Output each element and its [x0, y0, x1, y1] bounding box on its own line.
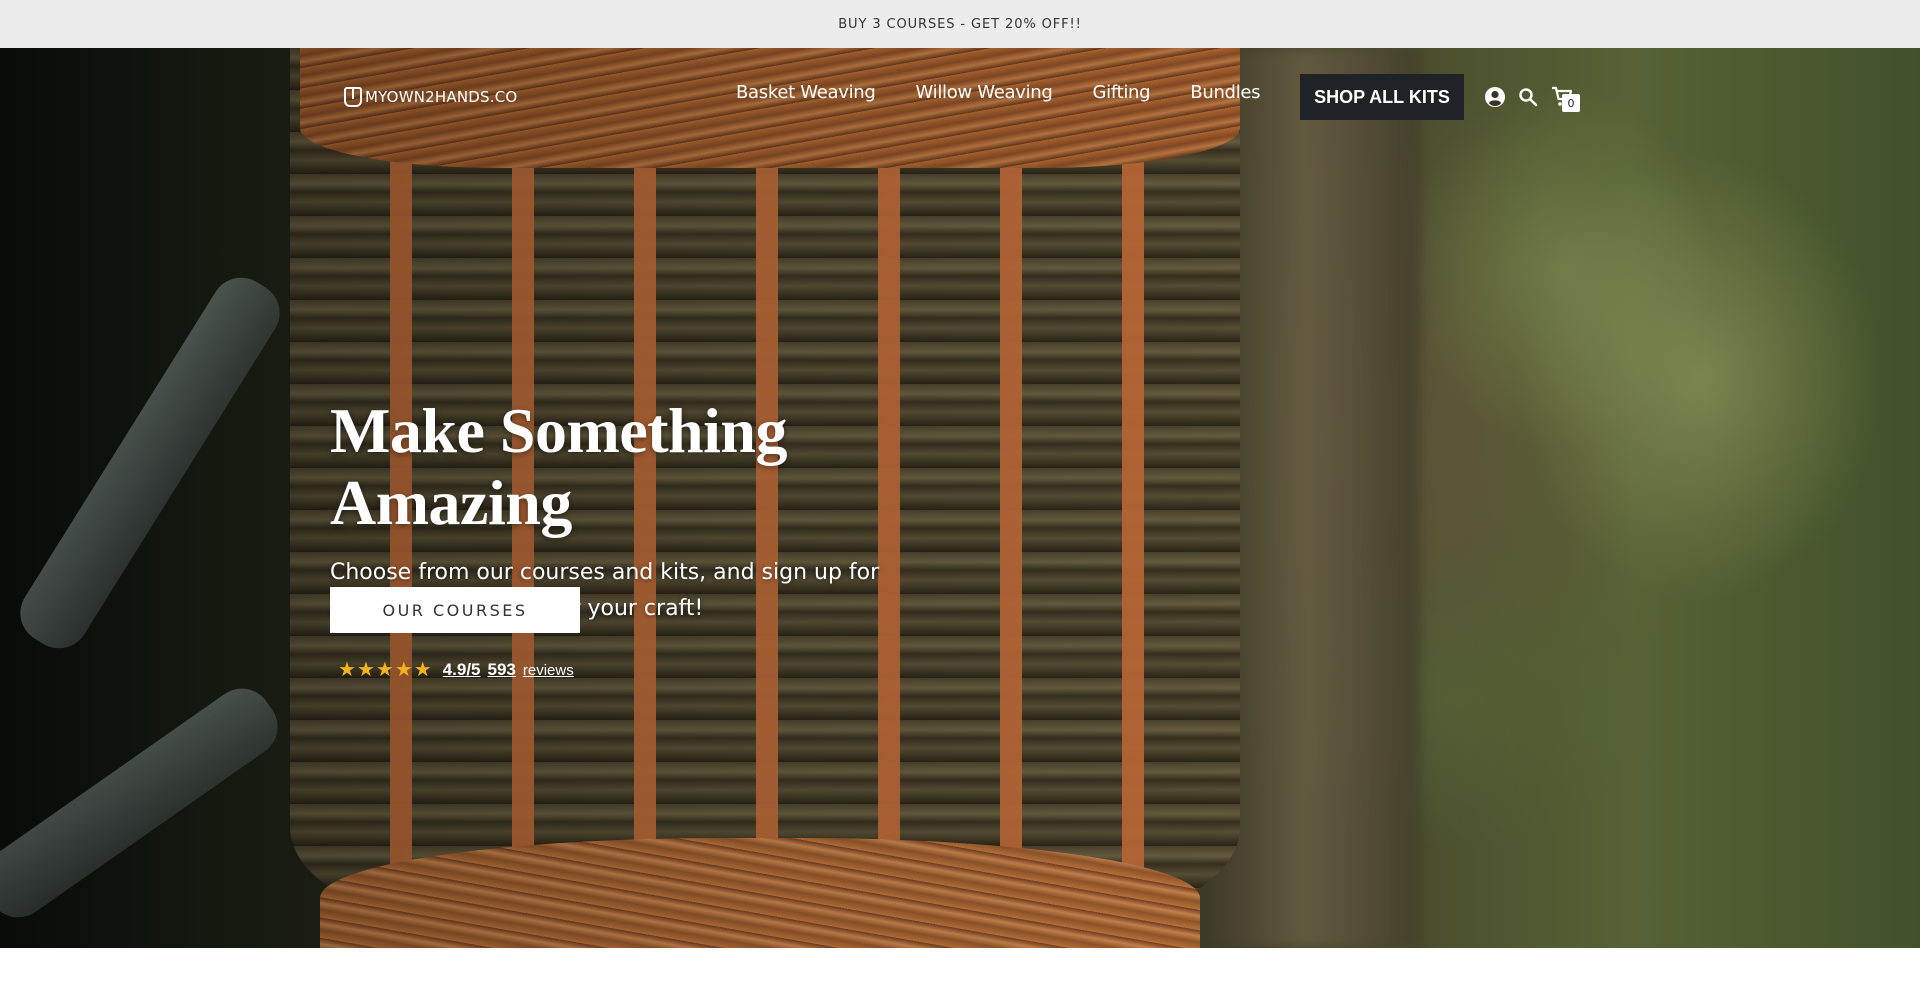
star-icon: ★ [338, 659, 356, 681]
announcement-bar: BUY 3 COURSES - GET 20% OFF!! [0, 0, 1920, 48]
hero-title: Make Something Amazing [330, 395, 788, 538]
search-icon[interactable] [1515, 84, 1541, 110]
our-courses-button[interactable]: OUR COURSES [330, 587, 580, 633]
nav-basket-weaving[interactable]: Basket Weaving [736, 82, 876, 103]
logo-icon [344, 87, 362, 107]
rating-stars: ★ ★ ★ ★ ★ [338, 660, 432, 680]
rating-count[interactable]: 593 [488, 660, 516, 680]
site-header: MYOWN2HANDS.CO Basket Weaving Willow Wea… [0, 48, 1920, 144]
logo-text: MYOWN2HANDS.CO [365, 88, 518, 106]
nav-gifting[interactable]: Gifting [1093, 82, 1151, 103]
hero-content: Make Something Amazing Choose from our c… [330, 395, 1030, 680]
site-logo[interactable]: MYOWN2HANDS.CO [344, 86, 517, 108]
star-icon: ★ [375, 659, 394, 681]
rating-widget[interactable]: ★ ★ ★ ★ ★ 4.9/5 593 reviews [338, 660, 574, 680]
nav-bundles[interactable]: Bundles [1190, 82, 1260, 103]
cart-count-badge: 0 [1562, 94, 1580, 112]
announcement-text: BUY 3 COURSES - GET 20% OFF!! [838, 16, 1082, 32]
page-below-hero [0, 948, 1920, 993]
account-icon[interactable] [1482, 84, 1508, 110]
shop-all-kits-button[interactable]: SHOP ALL KITS [1300, 74, 1464, 120]
star-icon: ★ [394, 659, 413, 681]
rating-score[interactable]: 4.9/5 [443, 660, 481, 680]
star-icon: ★ [356, 659, 375, 681]
nav-willow-weaving[interactable]: Willow Weaving [916, 82, 1053, 103]
reviews-link[interactable]: reviews [523, 662, 574, 679]
main-nav: Basket Weaving Willow Weaving Gifting Bu… [736, 82, 1261, 103]
star-icon: ★ [413, 659, 432, 681]
